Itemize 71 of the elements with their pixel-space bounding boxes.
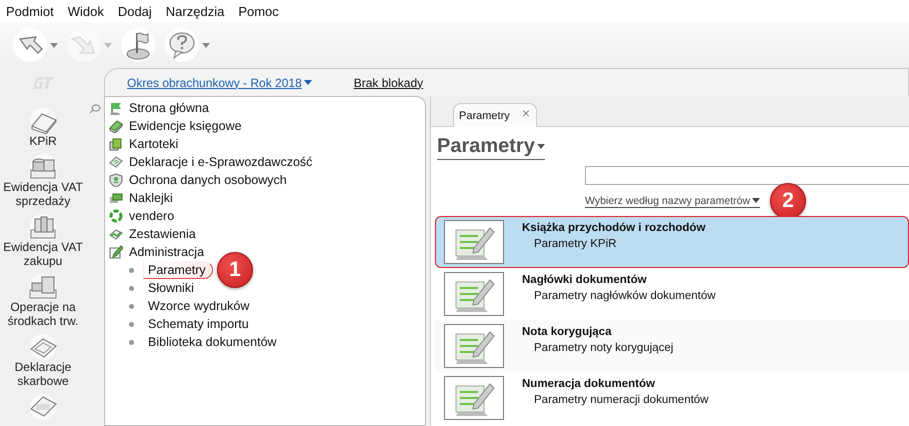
form-icon — [109, 155, 123, 169]
chart-icon — [109, 227, 123, 241]
tree-item[interactable]: vendero — [129, 209, 174, 223]
card-stack-icon — [109, 137, 123, 151]
book-icon — [109, 119, 123, 133]
lock-link[interactable]: Brak blokady — [354, 76, 424, 90]
bullet-icon — [129, 322, 134, 326]
parameter-row[interactable]: Książka przychodów i rozchodów Parametry KPiR — [435, 216, 909, 268]
menu-item[interactable]: Widok — [60, 4, 111, 18]
tree-item[interactable]: Kartoteki — [129, 137, 178, 151]
ring-icon — [109, 209, 123, 223]
parameter-title: Książka przychodów i rozchodów — [522, 222, 706, 234]
caret-icon[interactable] — [304, 80, 312, 85]
page-title[interactable]: Parametry — [437, 135, 545, 160]
tree-item[interactable]: Ochrona danych osobowych — [129, 173, 287, 187]
tree-item[interactable]: Deklaracje i e-Sprawozdawczość — [129, 155, 312, 169]
edit-icon — [109, 245, 123, 259]
filter-link[interactable]: Wybierz według nazwy parametrów — [585, 194, 760, 208]
nav-label[interactable]: Operacje na środkach trw. — [0, 300, 86, 328]
settings-form-icon — [444, 220, 504, 264]
document-tray-icon[interactable] — [28, 394, 58, 420]
nav-label[interactable]: Ewidencja VAT sprzedaży — [0, 180, 86, 208]
parameter-row[interactable]: Nota korygująca Parametry noty korygującej — [435, 320, 909, 372]
tree-item[interactable]: Parametry — [143, 261, 213, 279]
flag-icon[interactable] — [120, 27, 156, 63]
parameter-title: Nagłówki dokumentów — [522, 274, 648, 286]
nav-label[interactable]: Ewidencja VAT zakupu — [0, 240, 86, 268]
tree-item[interactable]: Ewidencje księgowe — [129, 119, 242, 133]
settings-form-icon — [444, 272, 504, 316]
coin-stack-icon[interactable] — [28, 154, 58, 180]
caret-icon[interactable] — [536, 144, 545, 149]
flag-icon — [109, 101, 123, 115]
tree-item[interactable]: Zestawienia — [129, 227, 196, 241]
bullet-icon — [129, 268, 134, 272]
tab[interactable]: Parametry × — [453, 103, 537, 127]
nav-label[interactable]: KPiR — [29, 134, 57, 148]
tree-item[interactable]: Słowniki — [143, 279, 201, 297]
nav-label[interactable]: Deklaracje skarbowe — [0, 360, 86, 388]
tree-item[interactable]: Biblioteka dokumentów — [143, 333, 284, 351]
search-field[interactable] — [585, 166, 909, 185]
stickers-icon — [109, 191, 123, 205]
bullet-icon — [129, 304, 134, 308]
parameter-row[interactable]: Numeracja dokumentów Parametry numeracji dokumentów — [435, 372, 909, 424]
tree-item[interactable]: Strona główna — [129, 101, 209, 115]
menu-item[interactable]: Dodaj — [110, 4, 159, 18]
tree-item[interactable]: Administracja — [129, 245, 204, 259]
bullet-icon — [129, 286, 134, 290]
settings-form-icon — [444, 324, 504, 368]
parameter-subtitle: Parametry numeracji dokumentów — [533, 394, 708, 406]
parameter-subtitle: Parametry KPiR — [533, 238, 618, 250]
caret-icon[interactable] — [752, 198, 760, 203]
parameter-subtitle: Parametry noty korygującej — [533, 342, 674, 354]
bullet-icon — [129, 340, 134, 344]
settings-form-icon — [444, 376, 504, 420]
menu-item[interactable]: Narzędzia — [158, 4, 232, 18]
binders-icon[interactable] — [28, 214, 58, 240]
tree-item[interactable]: Naklejki — [129, 191, 173, 205]
parameter-subtitle: Parametry nagłówków dokumentów — [533, 290, 716, 302]
menu-item[interactable]: Pomoc — [231, 4, 286, 18]
help-bubble-icon[interactable] — [164, 27, 200, 63]
tree-item[interactable]: Schematy importu — [143, 315, 256, 333]
parameter-row[interactable]: Nagłówki dokumentów Parametry nagłówków dokumentów — [435, 268, 909, 320]
book-icon[interactable] — [28, 108, 58, 134]
parameter-title: Nota korygująca — [522, 326, 612, 338]
shield-icon — [109, 173, 123, 187]
parameter-title: Numeracja dokumentów — [522, 378, 656, 390]
tray-icon[interactable] — [28, 334, 58, 360]
menu-item[interactable]: Podmiot — [0, 4, 61, 18]
cabinet-icon[interactable] — [28, 274, 58, 300]
period-link[interactable]: Okres obrachunkowy - Rok 2018 — [127, 76, 312, 90]
tree-item[interactable]: Wzorce wydruków — [143, 297, 256, 315]
